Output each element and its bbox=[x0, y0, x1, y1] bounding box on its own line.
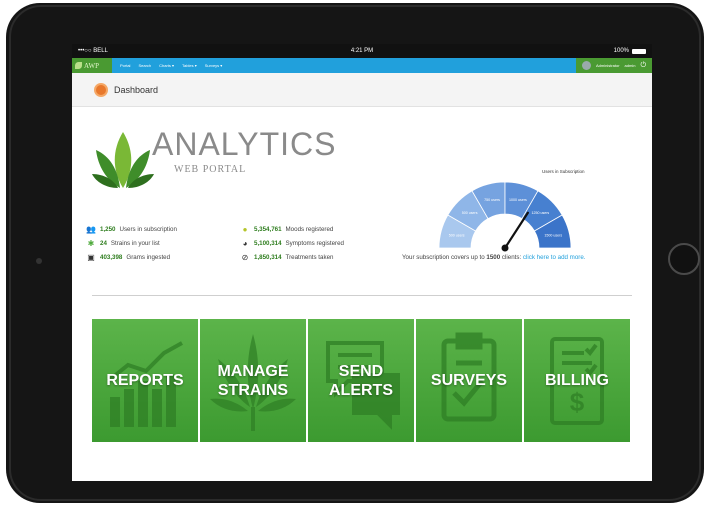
nav-item-tables[interactable]: Tables ▾ bbox=[182, 63, 197, 68]
leaf-icon: ✱ bbox=[87, 238, 95, 248]
top-navbar: AWP Portal Search Charts ▾ Tables ▾ Surv… bbox=[72, 58, 652, 73]
users-icon: 👥 bbox=[86, 224, 96, 234]
stat-value: 24 bbox=[100, 239, 107, 247]
nav-item-search[interactable]: Search bbox=[138, 63, 151, 68]
nav-menu: Portal Search Charts ▾ Tables ▾ Surveys … bbox=[112, 63, 576, 68]
gauge-segment-label: 500 users bbox=[449, 234, 465, 238]
stat-label: Symptoms registered bbox=[285, 239, 344, 247]
user-role: admin bbox=[624, 63, 636, 68]
logo-text: AWP bbox=[84, 61, 99, 70]
stat-moods: ● 5,354,761 Moods registered bbox=[240, 222, 344, 236]
tile-label: MANAGE STRAINS bbox=[217, 362, 288, 400]
tile-label-line: REPORTS bbox=[106, 372, 184, 389]
tile-label-line: SEND bbox=[338, 362, 384, 380]
stats-right: ● 5,354,761 Moods registered ◕ 5,100,314… bbox=[240, 222, 344, 264]
user-menu[interactable]: Administrator admin ⏻ bbox=[575, 58, 652, 73]
user-name: Administrator bbox=[595, 63, 620, 68]
tile-label-line: ALERTS bbox=[329, 381, 393, 399]
gauge-segment-label: 500 users bbox=[462, 211, 478, 215]
brand-title: ANALYTICS bbox=[152, 126, 337, 162]
stat-label: Strains in your list bbox=[110, 239, 160, 247]
page-title: Dashboard bbox=[114, 84, 159, 95]
tile-label: SEND ALERTS bbox=[329, 362, 393, 400]
gauge-segment-label: 1500 users bbox=[544, 234, 562, 238]
tile-label-line: BILLING bbox=[545, 372, 609, 389]
nav-item-charts[interactable]: Charts ▾ bbox=[159, 63, 174, 68]
subscription-gauge: 500 users 500 users 750 users 1000 users 125… bbox=[438, 172, 573, 252]
status-bar: •••○○ BELL 4:21 PM 100% bbox=[72, 44, 652, 58]
action-tiles: REPORTS MANAGE STRAINS SEND ALERTS SURVE… bbox=[92, 319, 630, 442]
home-button[interactable] bbox=[668, 243, 700, 275]
billing-tile[interactable]: $ BILLING bbox=[524, 319, 630, 442]
nav-item-portal[interactable]: Portal bbox=[120, 63, 130, 68]
stat-value: 1,850,314 bbox=[254, 253, 282, 261]
power-icon[interactable]: ⏻ bbox=[640, 62, 646, 70]
logo-leaf-icon bbox=[75, 62, 82, 69]
stat-label: Treatments taken bbox=[285, 253, 334, 261]
gauge-chart: 500 users 500 users 750 users 1000 users 125… bbox=[438, 181, 572, 252]
stat-label: Moods registered bbox=[285, 225, 334, 233]
caption-prefix: Your subscription covers up to bbox=[402, 254, 485, 261]
stat-value: 403,398 bbox=[100, 253, 123, 261]
stat-value: 5,354,761 bbox=[254, 225, 282, 233]
pill-icon: ⊘ bbox=[241, 252, 249, 262]
manage-strains-tile[interactable]: MANAGE STRAINS bbox=[200, 319, 306, 442]
stat-users: 👥 1,250 Users in subscription bbox=[86, 222, 177, 236]
stat-treatments: ⊘ 1,850,314 Treatments taken bbox=[240, 250, 344, 264]
head-icon: ◕ bbox=[242, 238, 248, 248]
stat-symptoms: ◕ 5,100,314 Symptoms registered bbox=[240, 236, 344, 250]
section-divider bbox=[92, 295, 632, 296]
brand-subtitle: WEB PORTAL bbox=[174, 164, 247, 175]
tile-label: SURVEYS bbox=[431, 371, 507, 390]
camera-dot bbox=[36, 258, 42, 264]
reports-tile[interactable]: REPORTS bbox=[92, 319, 198, 442]
gauge-segment-label: 750 users bbox=[484, 198, 500, 202]
tile-label-line: MANAGE bbox=[217, 362, 289, 380]
gauge-caption: Your subscription covers up to 1500 clie… bbox=[402, 254, 586, 261]
stat-label: Users in subscription bbox=[119, 225, 177, 233]
jar-icon: ▣ bbox=[87, 252, 95, 262]
gauge-needle bbox=[503, 211, 529, 250]
add-clients-link[interactable]: click here to add more. bbox=[523, 254, 586, 261]
status-time: 4:21 PM bbox=[350, 48, 374, 54]
app-screen: •••○○ BELL 4:21 PM 100% AWP Portal Searc… bbox=[72, 44, 652, 481]
breadcrumb: Dashboard bbox=[72, 73, 652, 107]
avatar bbox=[581, 61, 591, 70]
tile-label-line: STRAINS bbox=[217, 381, 289, 399]
tile-label-line: SURVEYS bbox=[430, 372, 508, 389]
stat-value: 1,250 bbox=[100, 225, 116, 233]
stats-left: 👥 1,250 Users in subscription ✱ 24 Strai… bbox=[86, 222, 177, 264]
stat-value: 5,100,314 bbox=[254, 239, 282, 247]
tile-label: REPORTS bbox=[106, 371, 183, 390]
svg-text:$: $ bbox=[570, 387, 585, 417]
tile-label: BILLING bbox=[545, 371, 609, 390]
surveys-tile[interactable]: SURVEYS bbox=[416, 319, 522, 442]
stat-strains: ✱ 24 Strains in your list bbox=[86, 236, 177, 250]
nav-item-surveys[interactable]: Surveys ▾ bbox=[205, 63, 223, 68]
stat-label: Grams ingested bbox=[126, 253, 171, 261]
caption-value: 1500 bbox=[486, 254, 501, 261]
lotus-leaf-icon bbox=[92, 132, 154, 188]
send-alerts-tile[interactable]: SEND ALERTS bbox=[308, 319, 414, 442]
stat-grams: ▣ 403,398 Grams ingested bbox=[86, 250, 177, 264]
gauge-hub bbox=[501, 244, 509, 252]
gauge-segment-label: 1000 users bbox=[509, 198, 527, 202]
gauge-segment-label: 1250 users bbox=[531, 211, 549, 215]
brand-logo: ANALYTICS WEB PORTAL bbox=[92, 122, 335, 192]
mood-icon: ● bbox=[242, 224, 248, 234]
dashboard-icon bbox=[94, 82, 108, 97]
caption-suffix: clients: bbox=[501, 254, 522, 261]
app-logo[interactable]: AWP bbox=[72, 58, 112, 73]
